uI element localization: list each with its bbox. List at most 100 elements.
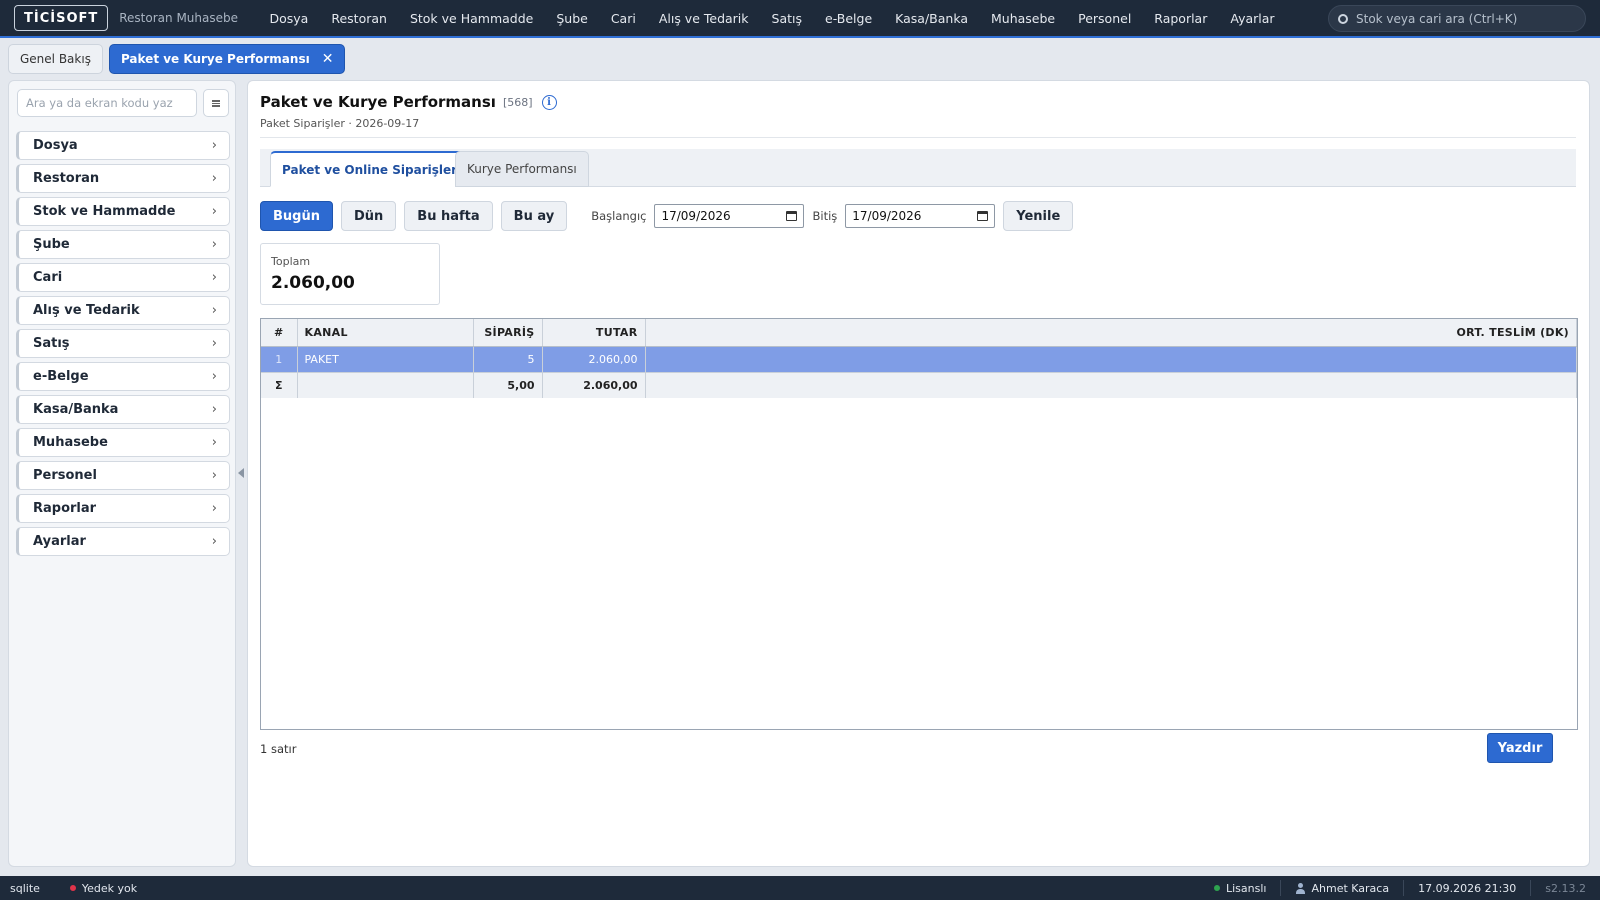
- today-button[interactable]: Bugün: [260, 201, 333, 231]
- database-type: sqlite: [10, 881, 40, 895]
- chevron-right-icon: ›: [211, 534, 217, 549]
- chevron-right-icon: ›: [211, 138, 217, 153]
- refresh-button[interactable]: Yenile: [1003, 201, 1074, 231]
- print-button[interactable]: Yazdır: [1487, 733, 1553, 763]
- sidebar: Dosya › Restoran › Stok ve Hammadde › Şube ›…: [8, 80, 236, 867]
- menu-muhasebe[interactable]: Muhasebe: [980, 11, 1067, 26]
- current-user[interactable]: Ahmet Karaca: [1280, 880, 1403, 896]
- end-date-value: 17/09/2026: [852, 209, 922, 223]
- menu-kasa[interactable]: Kasa/Banka: [884, 11, 980, 26]
- menu-cari[interactable]: Cari: [599, 11, 647, 26]
- orders-table: # KANAL SİPARİŞ TUTAR ORT. TESLİM (DK) 1…: [261, 319, 1577, 398]
- menu-stok[interactable]: Stok ve Hammadde: [398, 11, 544, 26]
- chevron-right-icon: ›: [211, 435, 217, 450]
- app-logo: TİCİSOFT: [14, 5, 109, 31]
- tab-genel-bakis[interactable]: Genel Bakış: [8, 44, 103, 74]
- menu-sube[interactable]: Şube: [545, 11, 599, 26]
- sidebar-list: Dosya › Restoran › Stok ve Hammadde › Şube ›…: [16, 131, 230, 560]
- menu-ayarlar[interactable]: Ayarlar: [1219, 11, 1286, 26]
- main-panel: Paket ve Kurye Performansı [568] i Paket…: [247, 80, 1590, 867]
- sidebar-item-label: Cari: [33, 270, 63, 285]
- sidebar-list-button[interactable]: [203, 89, 229, 117]
- sidebar-item-label: Dosya: [33, 138, 78, 153]
- menu-restoran[interactable]: Restoran: [320, 11, 399, 26]
- chevron-right-icon: ›: [211, 402, 217, 417]
- sidebar-item-raporlar[interactable]: Raporlar ›: [16, 494, 230, 523]
- tab-kurye-performansi[interactable]: Kurye Performansı: [455, 151, 589, 187]
- sidebar-item-ayarlar[interactable]: Ayarlar ›: [16, 527, 230, 556]
- sidebar-item-satis[interactable]: Satış ›: [16, 329, 230, 358]
- orders-grid: # KANAL SİPARİŞ TUTAR ORT. TESLİM (DK) 1…: [260, 318, 1578, 730]
- sidebar-item-sube[interactable]: Şube ›: [16, 230, 230, 259]
- sidebar-search-input[interactable]: [17, 89, 197, 117]
- table-header-row: # KANAL SİPARİŞ TUTAR ORT. TESLİM (DK): [261, 319, 1577, 347]
- app-version: s2.13.2: [1530, 880, 1600, 896]
- backup-status-dot-icon: [69, 885, 76, 891]
- sidebar-item-restoran[interactable]: Restoran ›: [16, 164, 230, 193]
- column-header-siparis[interactable]: SİPARİŞ: [473, 319, 543, 347]
- calendar-icon[interactable]: [786, 211, 798, 221]
- chevron-right-icon: ›: [211, 336, 217, 351]
- cell-siparis: 5: [473, 346, 543, 372]
- sum-ort-teslim: [645, 371, 1577, 398]
- menu-dosya[interactable]: Dosya: [258, 11, 320, 26]
- menu-alis[interactable]: Alış ve Tedarik: [647, 11, 760, 26]
- sidebar-item-label: Kasa/Banka: [33, 402, 119, 417]
- global-search-input[interactable]: [1356, 11, 1566, 26]
- sidebar-item-stok[interactable]: Stok ve Hammadde ›: [16, 197, 230, 226]
- sidebar-item-muhasebe[interactable]: Muhasebe ›: [16, 428, 230, 457]
- sidebar-item-kasa[interactable]: Kasa/Banka ›: [16, 395, 230, 424]
- sidebar-item-label: Stok ve Hammadde: [33, 204, 176, 219]
- tab-paket-online[interactable]: Paket ve Online Siparişler: [270, 151, 470, 187]
- app-name: Restoran Muhasebe: [119, 11, 238, 25]
- status-bar-right: Lisanslı Ahmet Karaca 17.09.2026 21:30 s…: [1200, 876, 1600, 900]
- backup-status: Yedek yok: [69, 881, 138, 895]
- end-date-input[interactable]: 17/09/2026: [845, 204, 996, 228]
- this-week-button[interactable]: Bu hafta: [404, 201, 493, 231]
- menu-raporlar[interactable]: Raporlar: [1143, 11, 1219, 26]
- sum-tutar: 2.060,00: [542, 371, 646, 398]
- sidebar-item-label: Satış: [33, 336, 70, 351]
- yesterday-button[interactable]: Dün: [340, 201, 397, 231]
- chevron-right-icon: ›: [211, 204, 217, 219]
- sidebar-item-label: Şube: [33, 237, 70, 252]
- top-menu-bar: TİCİSOFT Restoran Muhasebe Dosya Restora…: [0, 0, 1600, 38]
- info-icon[interactable]: i: [541, 94, 557, 110]
- sidebar-item-alis[interactable]: Alış ve Tedarik ›: [16, 296, 230, 325]
- sidebar-item-ebelge[interactable]: e-Belge ›: [16, 362, 230, 391]
- chevron-right-icon: ›: [211, 303, 217, 318]
- cell-index: 1: [261, 346, 298, 372]
- sidebar-item-label: Personel: [33, 468, 97, 483]
- cell-tutar: 2.060,00: [542, 346, 646, 372]
- sidebar-item-label: Muhasebe: [33, 435, 108, 450]
- sidebar-item-cari[interactable]: Cari ›: [16, 263, 230, 292]
- user-icon: [1295, 882, 1306, 894]
- sidebar-item-dosya[interactable]: Dosya ›: [16, 131, 230, 160]
- calendar-icon[interactable]: [977, 211, 989, 221]
- search-icon: [1338, 13, 1348, 24]
- this-month-button[interactable]: Bu ay: [500, 201, 568, 231]
- current-datetime: 17.09.2026 21:30: [1403, 880, 1530, 896]
- sum-symbol: Σ: [261, 371, 298, 398]
- column-header-ort-teslim[interactable]: ORT. TESLİM (DK): [645, 319, 1577, 347]
- document-tabs: Genel Bakış Paket ve Kurye Performansı ✕: [8, 44, 346, 74]
- backup-status-label: Yedek yok: [81, 881, 138, 895]
- total-label: Toplam: [271, 255, 311, 268]
- close-icon[interactable]: ✕: [322, 51, 334, 67]
- tab-paket-kurye[interactable]: Paket ve Kurye Performansı ✕: [108, 44, 346, 74]
- column-header-index[interactable]: #: [261, 319, 298, 347]
- view-tabs: Paket ve Online Siparişler Kurye Perform…: [260, 149, 1576, 187]
- menu-personel[interactable]: Personel: [1067, 11, 1143, 26]
- menu-satis[interactable]: Satış: [760, 11, 813, 26]
- sidebar-collapse-handle[interactable]: [238, 468, 244, 478]
- sidebar-item-personel[interactable]: Personel ›: [16, 461, 230, 490]
- total-value: 2.060,00: [271, 273, 355, 293]
- menu-ebelge[interactable]: e-Belge: [814, 11, 884, 26]
- table-row[interactable]: 1 PAKET 5 2.060,00: [261, 346, 1577, 372]
- column-header-tutar[interactable]: TUTAR: [542, 319, 646, 347]
- sidebar-item-label: Raporlar: [33, 501, 97, 516]
- column-header-kanal[interactable]: KANAL: [297, 319, 474, 347]
- sidebar-item-label: Alış ve Tedarik: [33, 303, 140, 318]
- tab-label: Paket ve Kurye Performansı: [120, 52, 310, 66]
- start-date-input[interactable]: 17/09/2026: [654, 204, 805, 228]
